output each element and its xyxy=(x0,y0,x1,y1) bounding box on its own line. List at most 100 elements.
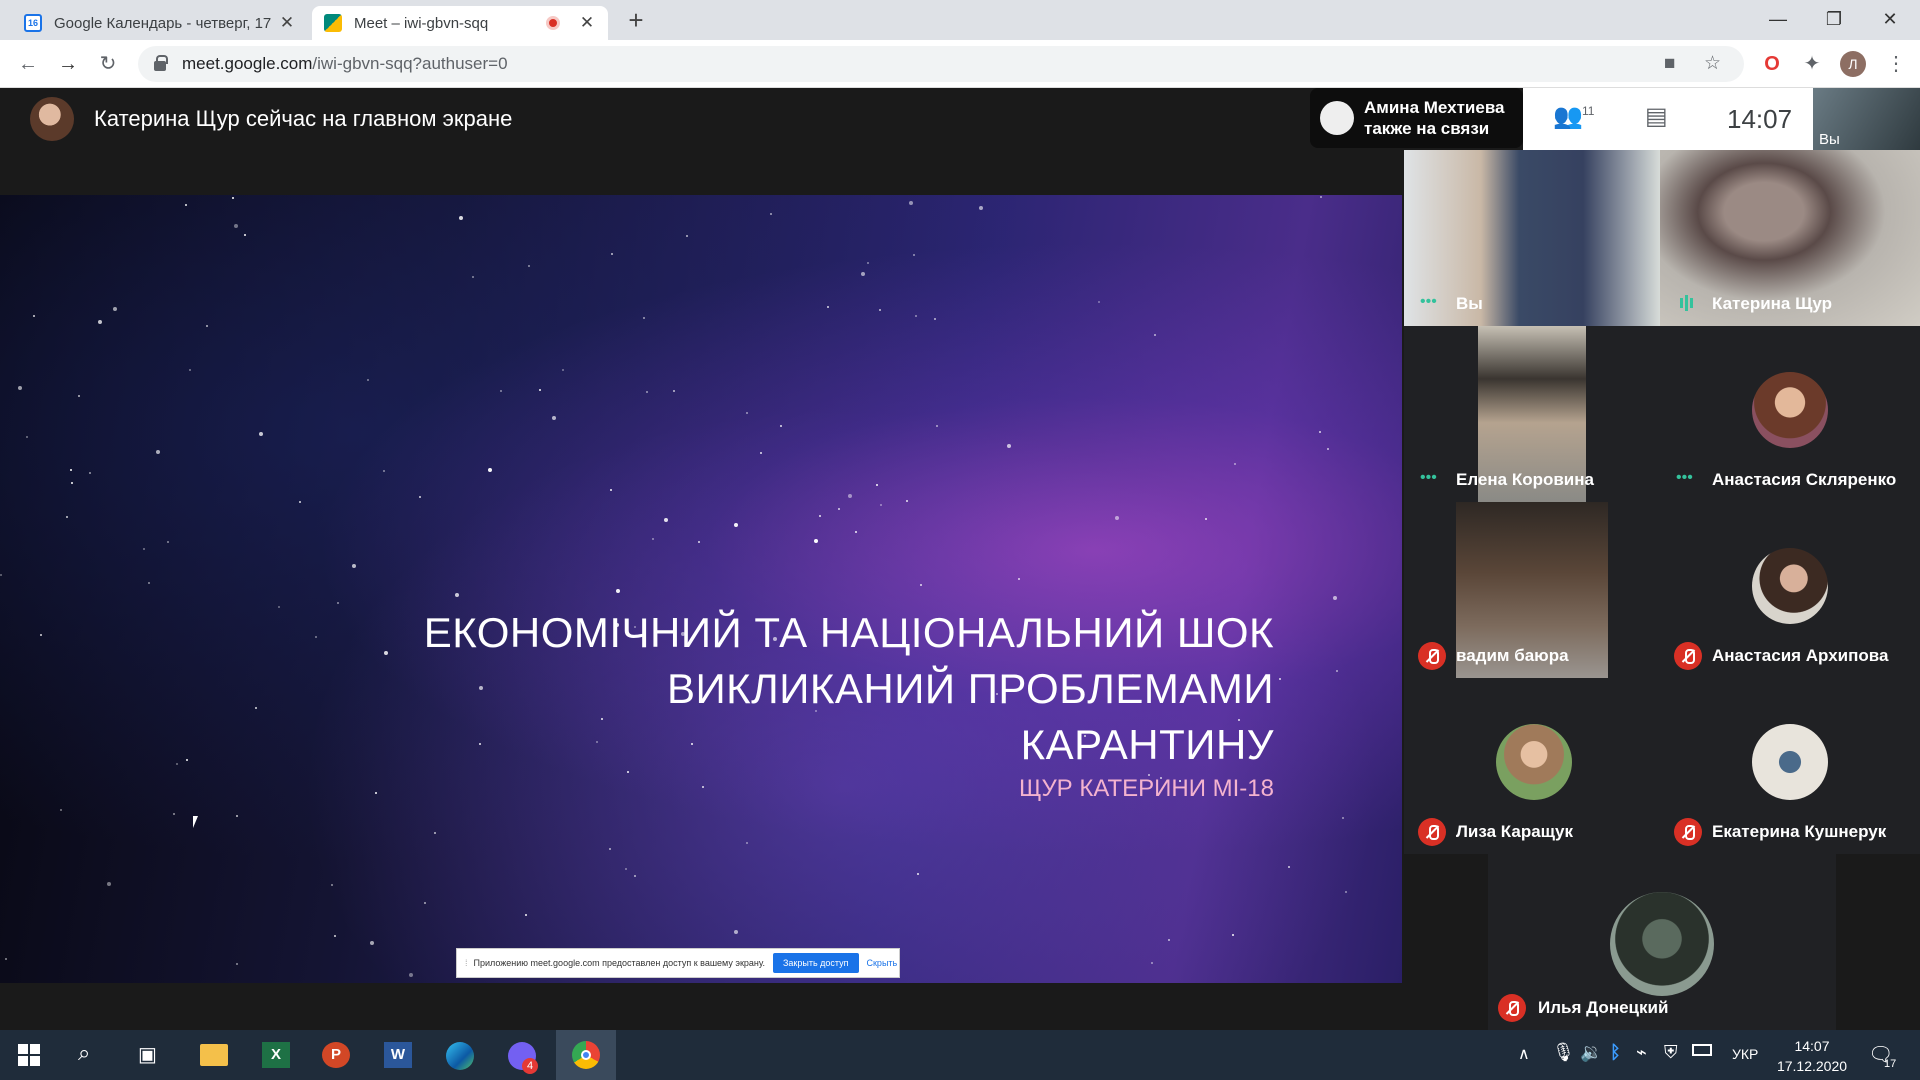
star-decoration xyxy=(337,602,339,604)
chat-icon[interactable]: ▤ xyxy=(1645,102,1668,134)
minimize-button[interactable]: — xyxy=(1750,0,1806,40)
speaking-icon xyxy=(1674,290,1702,318)
star-decoration xyxy=(334,935,336,937)
star-decoration xyxy=(1205,518,1207,520)
star-decoration xyxy=(746,412,748,414)
participant-tile[interactable]: Анастасия Архипова xyxy=(1660,502,1920,678)
star-decoration xyxy=(370,941,374,945)
windows-start-icon[interactable] xyxy=(18,1044,40,1066)
star-decoration xyxy=(920,584,922,586)
star-decoration xyxy=(419,496,421,498)
participant-tile[interactable]: Катерина Щур xyxy=(1660,150,1920,326)
word-icon[interactable]: W xyxy=(384,1042,412,1068)
tab-calendar[interactable]: 16 Google Календарь - четверг, 17 ✕ xyxy=(12,6,308,40)
back-button[interactable]: ← xyxy=(14,50,42,78)
star-decoration xyxy=(375,792,377,794)
new-tab-button[interactable]: + xyxy=(622,6,650,34)
edge-icon[interactable] xyxy=(446,1042,474,1070)
joined-notification: Амина Мехтиева также на связи xyxy=(1310,88,1523,148)
star-decoration xyxy=(455,593,459,597)
star-decoration xyxy=(917,873,919,875)
close-icon[interactable]: ✕ xyxy=(578,13,596,33)
mic-off-icon xyxy=(1418,642,1446,670)
avatar xyxy=(30,97,74,141)
star-decoration xyxy=(236,963,238,965)
participant-name: Елена Коровина xyxy=(1456,470,1594,489)
participant-tile[interactable]: Илья Донецкий xyxy=(1488,854,1836,1030)
camera-icon[interactable]: ■ xyxy=(1664,46,1675,82)
star-decoration xyxy=(770,213,772,215)
taskbar: ⌕ ▣ X P W 4 ∧ 🎙 🔉 ᛒ ⌁ ⛨ УКР 14:07 17.12.… xyxy=(0,1030,1920,1080)
star-decoration xyxy=(819,515,821,517)
extensions-icon[interactable]: ✦ xyxy=(1798,50,1826,78)
notification-badge: 4 xyxy=(522,1058,538,1074)
star-decoration xyxy=(552,416,556,420)
menu-icon[interactable]: ⋮ xyxy=(1882,50,1910,78)
participant-tile[interactable]: Вы xyxy=(1404,150,1660,326)
volume-icon[interactable]: 🔉 xyxy=(1580,1042,1602,1063)
star-decoration xyxy=(156,450,160,454)
slide-title: ЕКОНОМІЧНИЙ ТА НАЦІОНАЛЬНИЙ ШОК ВИКЛИКАН… xyxy=(423,609,1274,768)
star-decoration xyxy=(1151,962,1153,964)
chrome-taskbar-button[interactable] xyxy=(556,1030,616,1080)
star-decoration xyxy=(1342,817,1344,819)
audio-activity-icon xyxy=(1418,290,1446,318)
star-icon[interactable]: ☆ xyxy=(1704,46,1721,82)
close-window-button[interactable]: ✕ xyxy=(1862,0,1918,40)
star-decoration xyxy=(1007,444,1011,448)
network-icon[interactable]: ⌁ xyxy=(1636,1042,1647,1063)
opera-extension-icon[interactable]: O xyxy=(1758,50,1786,78)
star-decoration xyxy=(1232,934,1234,936)
file-explorer-icon[interactable] xyxy=(200,1044,228,1066)
participant-tile[interactable]: Екатерина Кушнерук xyxy=(1660,678,1920,854)
battery-icon[interactable] xyxy=(1692,1044,1712,1056)
chevron-up-icon[interactable]: ∧ xyxy=(1518,1044,1530,1064)
participant-tile[interactable]: Анастасия Скляренко xyxy=(1660,326,1920,502)
star-decoration xyxy=(71,482,73,484)
close-icon[interactable]: ✕ xyxy=(278,13,296,33)
avatar[interactable]: Л xyxy=(1840,51,1866,77)
stop-sharing-button[interactable]: Закрыть доступ xyxy=(772,953,859,973)
star-decoration xyxy=(876,484,878,486)
drag-handle-icon[interactable]: ⁞ xyxy=(465,958,468,968)
avatar xyxy=(1752,724,1828,800)
participant-tile[interactable]: Лиза Каращук xyxy=(1404,678,1660,854)
star-decoration xyxy=(734,523,738,527)
star-decoration xyxy=(915,315,917,317)
tab-meet[interactable]: Meet – iwi-gbvn-sqq ✕ xyxy=(312,6,608,40)
powerpoint-icon[interactable]: P xyxy=(322,1042,350,1068)
meeting-clock: 14:07 xyxy=(1727,104,1793,134)
participant-tile[interactable]: Елена Коровина xyxy=(1404,326,1660,502)
participants-icon[interactable]: 👥 xyxy=(1553,102,1583,134)
participant-tile[interactable]: вадим баюра xyxy=(1404,502,1660,678)
security-shield-icon[interactable]: ⛨ xyxy=(1664,1042,1678,1063)
share-message: Приложению meet.google.com предоставлен … xyxy=(473,958,765,968)
star-decoration xyxy=(525,914,527,916)
self-video-thumbnail[interactable]: Вы xyxy=(1813,88,1920,150)
excel-icon[interactable]: X xyxy=(262,1042,290,1068)
microphone-icon[interactable]: 🎙 xyxy=(1552,1042,1575,1063)
star-decoration xyxy=(634,875,636,877)
star-decoration xyxy=(278,606,280,608)
maximize-button[interactable]: ❐ xyxy=(1806,0,1862,40)
star-decoration xyxy=(936,425,938,427)
star-decoration xyxy=(686,235,688,237)
star-decoration xyxy=(255,707,257,709)
task-view-icon[interactable]: ▣ xyxy=(138,1042,157,1067)
url-text: meet.google.com/iwi-gbvn-sqq?authuser=0 xyxy=(182,54,508,73)
star-decoration xyxy=(89,472,91,474)
hide-button[interactable]: Скрыть xyxy=(867,958,898,968)
address-bar[interactable]: meet.google.com/iwi-gbvn-sqq?authuser=0 … xyxy=(138,46,1744,82)
star-decoration xyxy=(206,325,208,327)
forward-button[interactable]: → xyxy=(54,50,82,78)
lock-icon[interactable] xyxy=(154,55,168,71)
reload-button[interactable]: ↻ xyxy=(94,50,122,78)
presenter-banner: Катерина Щур сейчас на главном экране xyxy=(0,88,1400,150)
language-indicator[interactable]: УКР xyxy=(1732,1046,1758,1062)
bluetooth-icon[interactable]: ᛒ xyxy=(1610,1042,1621,1063)
search-icon[interactable]: ⌕ xyxy=(78,1040,90,1066)
star-decoration xyxy=(459,216,463,220)
system-clock[interactable]: 14:07 17.12.2020 xyxy=(1776,1036,1848,1076)
participants-count: 11 xyxy=(1582,104,1595,118)
star-decoration xyxy=(702,786,704,788)
